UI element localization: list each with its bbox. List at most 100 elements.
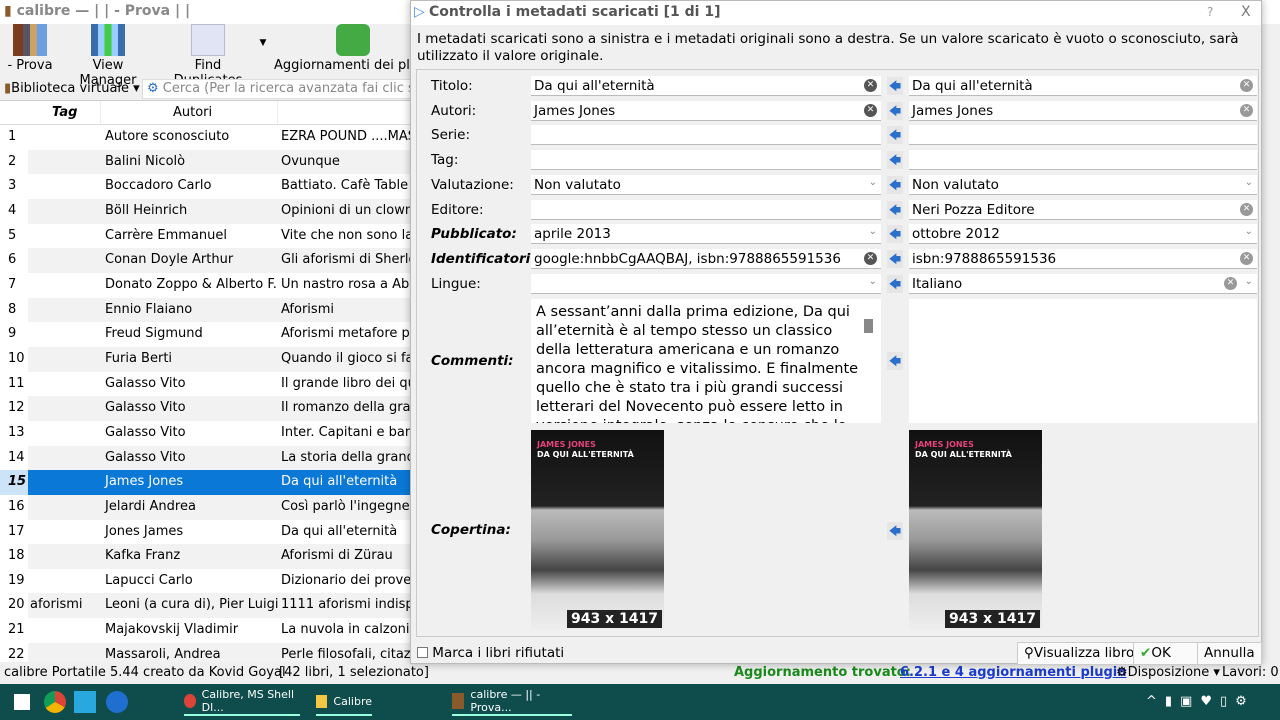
autori-left-field[interactable]: James Jones ✕ [531, 100, 881, 121]
editore-left-field[interactable] [531, 199, 881, 220]
clear-icon[interactable]: ✕ [864, 251, 877, 265]
update-link[interactable]: 6.2.1 e 4 aggiornamenti plugin [900, 665, 1127, 680]
table-row[interactable]: 6 Conan Doyle Arthur Gli aforismi di Sherl… [0, 248, 410, 273]
table-row[interactable]: 1 Autore sconosciuto EZRA POUND ....MASS [0, 125, 410, 150]
chevron-down-icon[interactable]: ⌄ [869, 177, 877, 188]
chevron-down-icon[interactable]: ⌄ [869, 276, 877, 287]
table-row[interactable]: 4 Böll Heinrich Opinioni di un clown [0, 198, 410, 224]
title-cell: Il grande libro dei qui [281, 375, 410, 391]
mark-rejected-checkbox[interactable]: Marca i libri rifiutati [417, 645, 564, 661]
lingue-left-field[interactable]: ⌄ [531, 273, 881, 294]
header-authors[interactable]: Autori [100, 101, 278, 124]
clear-icon[interactable]: ✕ [1240, 251, 1253, 265]
system-tray-icons[interactable]: ^▮▣♥▯⚙ [1146, 694, 1255, 709]
tag-left-field[interactable] [531, 150, 881, 171]
thunderbird-icon[interactable] [106, 691, 128, 713]
autori-right-field[interactable]: James Jones ✕ [909, 100, 1257, 121]
copy-identificatori-arrow-icon[interactable]: 🡄 [887, 249, 903, 268]
titolo-left-field[interactable]: Da qui all'eternità ✕ [531, 76, 881, 96]
copy-comments-arrow-icon[interactable]: 🡄 [887, 352, 903, 370]
table-row[interactable]: 13 Galasso Vito Inter. Capitani e banc [0, 420, 410, 446]
cover-left[interactable]: JAMES JONES DA QUI ALL'ETERNITÀ 943 x 1417 [531, 430, 664, 630]
chevron-down-icon[interactable]: ⌄ [1245, 276, 1253, 287]
ok-button[interactable]: ✔OK [1133, 642, 1201, 665]
author-cell: Conan Doyle Arthur [105, 252, 234, 268]
copy-titolo-arrow-icon[interactable]: 🡄 [887, 77, 903, 95]
table-row[interactable]: 21 Majakovskij Vladimir La nuvola in calzo… [0, 618, 410, 643]
serie-left-field[interactable] [531, 125, 881, 146]
clear-icon[interactable]: ✕ [864, 103, 877, 117]
copy-tag-arrow-icon[interactable]: 🡄 [887, 151, 903, 170]
table-row[interactable]: 3 Boccadoro Carlo Battiato. Cafè Table N [0, 174, 410, 199]
taskbar-item-folder[interactable]: Calibre [316, 690, 372, 716]
identificatori-right-field[interactable]: isbn:9788865591536 ✕ [909, 248, 1257, 269]
copy-autori-arrow-icon[interactable]: 🡄 [887, 101, 903, 120]
table-row[interactable]: 2 Balini Nicolò Ovunque [0, 149, 410, 175]
lingue-right-field[interactable]: Italiano ✕ ⌄ [909, 273, 1257, 294]
table-row[interactable]: 16 Jelardi Andrea Così parlò l'ingegnere [0, 494, 410, 520]
clear-icon[interactable]: ✕ [1240, 79, 1253, 92]
pubblicato-left-field[interactable]: aprile 2013 ⌄ [531, 224, 881, 245]
editore-right-field[interactable]: Neri Pozza Editore ✕ [909, 199, 1257, 220]
comments-right[interactable] [909, 299, 1257, 423]
library-button[interactable]: - Prova [2, 24, 58, 73]
author-cell: Galasso Vito [105, 375, 186, 391]
search-input[interactable]: ⚙ Cerca (Per la ricerca avanzata fai cli… [142, 79, 412, 99]
tag-right-field[interactable] [909, 150, 1257, 171]
table-row[interactable]: 7 Donato Zoppo & Alberto F... Un nastro ro… [0, 272, 410, 298]
table-row[interactable]: 20 aforismi Leoni (a cura di), Pier Luigi 1… [0, 593, 410, 619]
clear-icon[interactable]: ✕ [864, 79, 877, 92]
view-book-button[interactable]: ⚲Visualizza libro [1017, 642, 1142, 665]
titolo-right-field[interactable]: Da qui all'eternità ✕ [909, 76, 1257, 96]
jobs-indicator[interactable]: Lavori: 0 [1222, 665, 1279, 680]
clear-icon[interactable]: ✕ [1240, 103, 1253, 117]
chevron-down-icon[interactable]: ⌄ [1245, 226, 1253, 237]
plugin-updates-button[interactable]: Aggiornamenti dei plug [274, 24, 426, 73]
help-button[interactable]: ? [1207, 5, 1213, 19]
table-row[interactable]: 8 Ennio Flaiano Aforismi [0, 297, 410, 323]
table-row[interactable]: 19 Lapucci Carlo Dizionario dei proverb [0, 568, 410, 594]
table-row[interactable]: 9 Freud Sigmund Aforismi metafore pas [0, 322, 410, 347]
table-row[interactable]: 17 Jones James Da qui all'eternità [0, 519, 410, 545]
comments-left[interactable]: A sessant’anni dalla prima edizione, Da … [531, 299, 881, 423]
header-tag[interactable]: Tag [28, 101, 100, 124]
row-number: 20 [0, 593, 28, 619]
table-row[interactable]: 12 Galasso Vito Il romanzo della gran [0, 396, 410, 421]
windows-start-icon[interactable] [14, 694, 30, 710]
chevron-down-icon[interactable]: ⌄ [1245, 177, 1253, 188]
clear-icon[interactable]: ✕ [1240, 202, 1253, 216]
copy-valutazione-arrow-icon[interactable]: 🡄 [887, 175, 903, 194]
dropdown-arrow-icon[interactable]: ▼ [258, 38, 268, 48]
valutazione-right-field[interactable]: Non valutato ⌄ [909, 174, 1257, 195]
chrome-icon[interactable] [44, 691, 66, 713]
table-row[interactable]: 14 Galasso Vito La storia della grande [0, 445, 410, 471]
scrollbar-thumb[interactable] [864, 319, 873, 333]
table-row[interactable]: 10 Furia Berti Quando il gioco si fa d [0, 346, 410, 372]
serie-right-field[interactable] [909, 125, 1257, 146]
chevron-down-icon[interactable]: ⌄ [869, 226, 877, 237]
copy-cover-arrow-icon[interactable]: 🡄 [887, 522, 903, 540]
copy-lingue-arrow-icon[interactable]: 🡄 [887, 274, 903, 293]
valutazione-left-field[interactable]: Non valutato ⌄ [531, 174, 881, 195]
pubblicato-right-field[interactable]: ottobre 2012 ⌄ [909, 224, 1257, 245]
copy-serie-arrow-icon[interactable]: 🡄 [887, 126, 903, 145]
taskbar-item-chrome[interactable]: Calibre, MS Shell Dl... [184, 688, 300, 716]
book-table: Tag Autori 1 Autore sconosciuto EZRA POUND… [0, 100, 410, 662]
table-row[interactable]: 22 Massaroli, Andrea Perle filosofali, cit… [0, 642, 410, 662]
table-row[interactable]: 5 Carrère Emmanuel Vite che non sono la m [0, 223, 410, 249]
copy-pubblicato-arrow-icon[interactable]: 🡄 [887, 225, 903, 244]
header-title[interactable] [278, 101, 410, 124]
taskbar-item-calibre[interactable]: calibre — || - Prova... [452, 688, 572, 716]
clear-icon[interactable]: ✕ [1224, 276, 1237, 290]
title-cell: Da qui all'eternità [278, 470, 410, 495]
cover-right[interactable]: JAMES JONES DA QUI ALL'ETERNITÀ 943 x 1417 [909, 430, 1042, 630]
identificatori-left-field[interactable]: google:hnbbCgAAQBAJ, isbn:9788865591536 ✕ [531, 248, 881, 269]
cancel-button[interactable]: Annulla [1197, 642, 1262, 665]
app-icon[interactable] [74, 691, 96, 713]
table-row[interactable]: 18 Kafka Franz Aforismi di Zürau [0, 544, 410, 569]
layout-button[interactable]: ⚙Disposizione ▾ [1116, 665, 1220, 680]
table-row[interactable]: 11 Galasso Vito Il grande libro dei qui [0, 371, 410, 397]
copy-editore-arrow-icon[interactable]: 🡄 [887, 200, 903, 219]
table-row[interactable]: 15 James Jones Da qui all'eternità [0, 470, 410, 495]
close-button[interactable]: X [1241, 4, 1251, 20]
